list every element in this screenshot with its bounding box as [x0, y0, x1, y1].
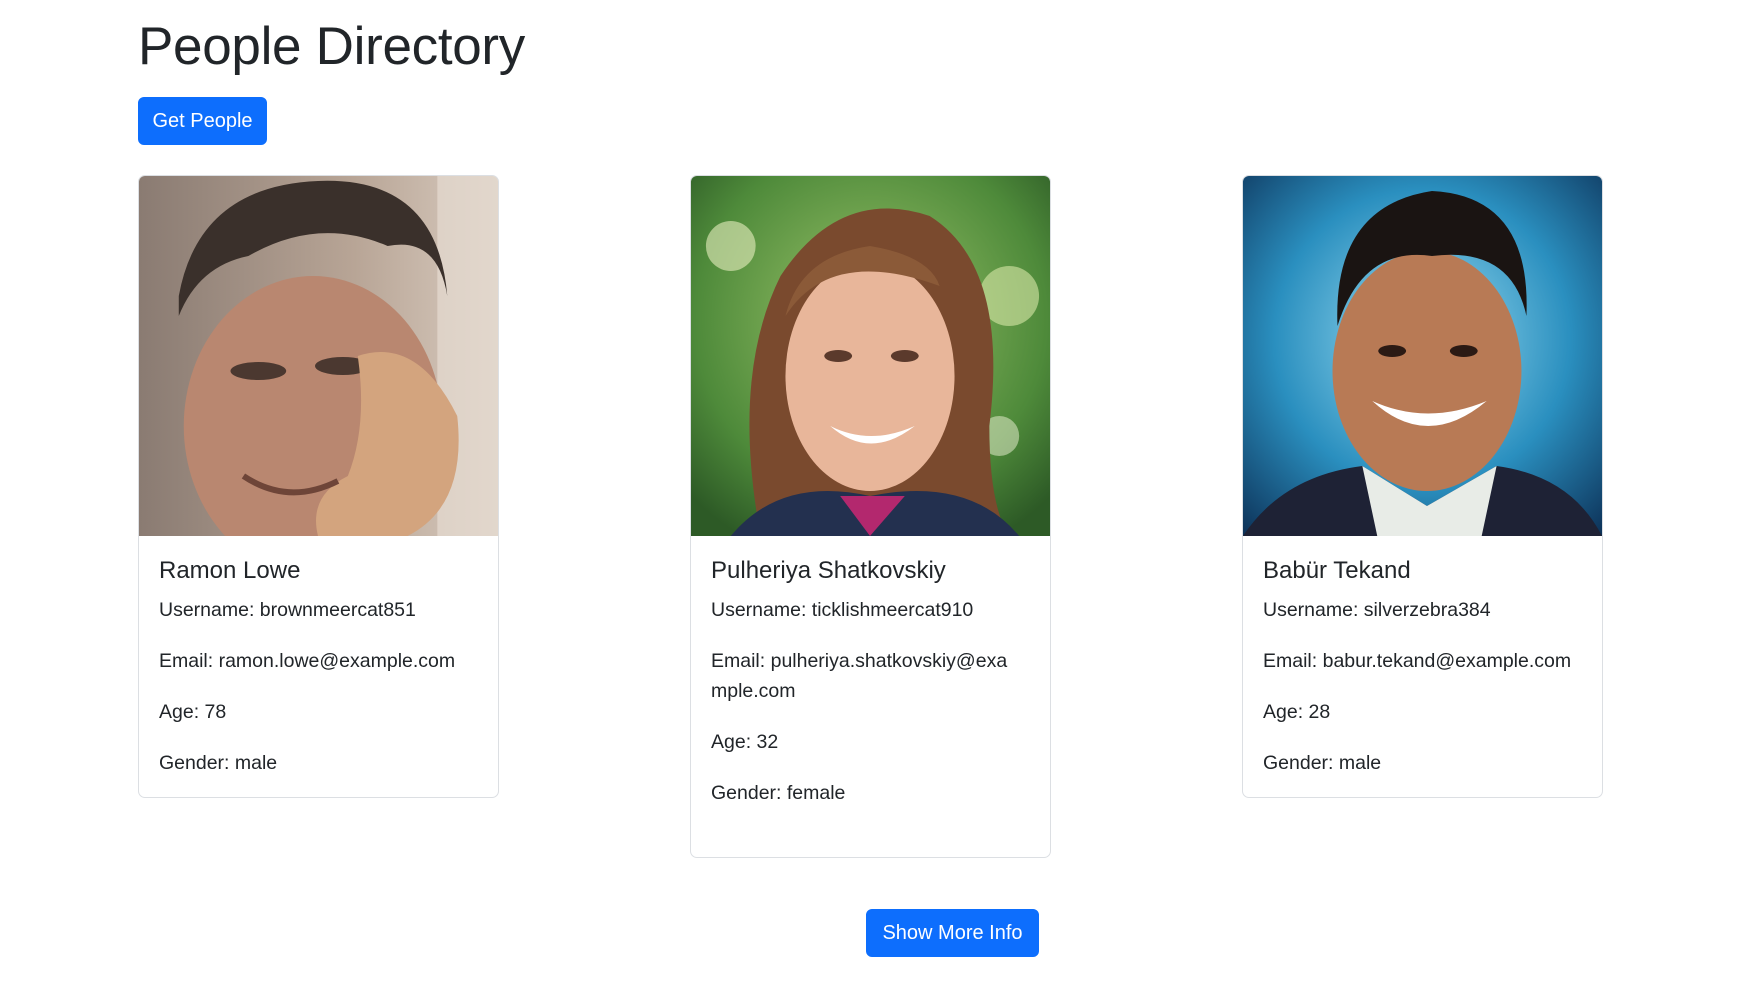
- person-email: Email: ramon.lowe@example.com: [159, 650, 456, 673]
- person-email: Email: babur.tekand@example.com: [1263, 650, 1572, 673]
- person-age: Age: 32: [711, 731, 779, 754]
- person-username: Username: ticklishmeercat910: [711, 599, 974, 622]
- card-body: Babür Tekand Username: silverzebra384 Em…: [1243, 536, 1602, 778]
- person-photo: [691, 176, 1050, 536]
- person-card: Babür Tekand Username: silverzebra384 Em…: [1242, 175, 1603, 798]
- person-age: Age: 78: [159, 701, 227, 724]
- person-card: Pulheriya Shatkovskiy Username: ticklish…: [690, 175, 1051, 858]
- show-more-info-button[interactable]: Show More Info: [866, 909, 1039, 957]
- person-card: Ramon Lowe Username: brownmeercat851 Ema…: [138, 175, 499, 798]
- people-directory-page: People Directory Get People Ramon Lowe U…: [0, 0, 1764, 1000]
- person-email: Email: pulheriya.shatkovskiy@example.com: [711, 650, 1008, 703]
- card-body: Ramon Lowe Username: brownmeercat851 Ema…: [139, 536, 498, 778]
- person-username: Username: brownmeercat851: [159, 599, 416, 622]
- person-gender: Gender: female: [711, 782, 846, 805]
- person-gender: Gender: male: [159, 752, 278, 775]
- person-name: Babür Tekand: [1263, 557, 1411, 584]
- page-title: People Directory: [138, 17, 525, 76]
- person-photo: [139, 176, 498, 536]
- person-gender: Gender: male: [1263, 752, 1382, 775]
- person-username: Username: silverzebra384: [1263, 599, 1491, 622]
- person-name: Ramon Lowe: [159, 557, 301, 584]
- get-people-button[interactable]: Get People: [138, 97, 267, 145]
- person-age: Age: 28: [1263, 701, 1331, 724]
- person-name: Pulheriya Shatkovskiy: [711, 557, 946, 584]
- person-photo: [1243, 176, 1602, 536]
- card-body: Pulheriya Shatkovskiy Username: ticklish…: [691, 536, 1050, 808]
